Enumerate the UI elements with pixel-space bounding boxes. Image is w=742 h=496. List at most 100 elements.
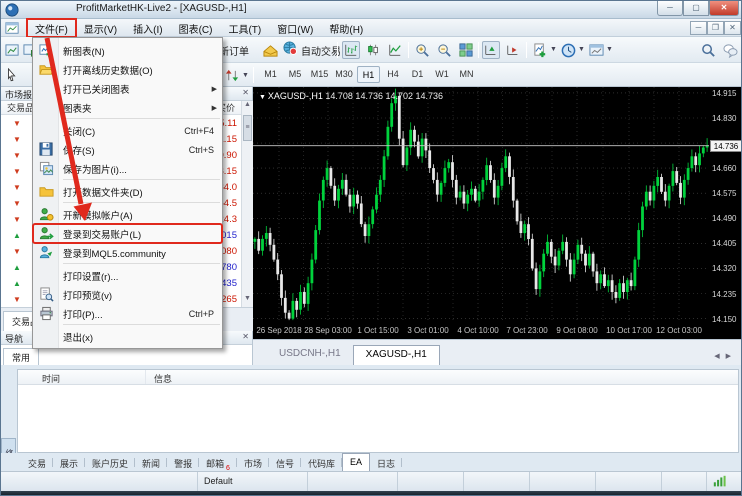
tile-windows-icon[interactable] xyxy=(457,41,475,59)
terminal-tab-展示[interactable]: 展示 xyxy=(53,454,85,471)
menu-显示(V)[interactable]: 显示(V) xyxy=(76,19,125,37)
scrollbar-thumb[interactable]: ≡ xyxy=(243,115,252,141)
chart-shift-icon[interactable] xyxy=(504,41,522,59)
autotrade-label: 自动交易 xyxy=(301,43,341,58)
timeframe-M5[interactable]: M5 xyxy=(284,66,307,83)
menu-窗口(W)[interactable]: 窗口(W) xyxy=(269,19,321,37)
mdi-restore-button[interactable]: ❐ xyxy=(707,21,724,35)
draw-arrows-dropdown[interactable]: ▼ xyxy=(242,72,249,79)
price-tick: 14.830 xyxy=(712,114,736,123)
menu-文件(F)[interactable]: 文件(F) xyxy=(27,19,76,37)
templates-dropdown[interactable]: ▼ xyxy=(606,46,613,53)
time-scale[interactable]: 26 Sep 201828 Sep 03:001 Oct 15:003 Oct … xyxy=(253,323,742,339)
chart-tab-USDCNH-,H1[interactable]: USDCNH-,H1 xyxy=(267,345,353,365)
menu-item-登录到交易账户(L)[interactable]: 登录到交易账户(L) xyxy=(33,224,222,243)
menu-item-新图表(N)[interactable]: 新图表(N) xyxy=(33,41,222,60)
file-menu-items: 新图表(N)打开离线历史数据(O)打开已关闭图表▶图表夹▶ 关闭(C)Ctrl+F… xyxy=(33,41,222,346)
maximize-button[interactable]: ▢ xyxy=(683,1,709,16)
market-watch-close-icon[interactable]: ✕ xyxy=(242,88,249,97)
menu-item-关闭(C)[interactable]: 关闭(C)Ctrl+F4 xyxy=(33,121,222,140)
chart-plot[interactable]: ▼ XAGUSD-,H1 14.708 14.736 14.702 14.736 xyxy=(253,87,709,323)
menu-separator xyxy=(63,179,220,180)
terminal-tab-警报[interactable]: 警报 xyxy=(167,454,199,471)
periods-dropdown[interactable]: ▼ xyxy=(578,46,585,53)
new-chart-window-icon[interactable] xyxy=(3,41,21,59)
navigator-close-icon[interactable]: ✕ xyxy=(242,332,249,341)
terminal-tab-EA[interactable]: EA xyxy=(342,453,370,471)
scrollbar-down[interactable]: ▼ xyxy=(242,295,253,302)
timeframe-D1[interactable]: D1 xyxy=(406,66,429,83)
timeframe-M1[interactable]: M1 xyxy=(259,66,282,83)
chat-icon[interactable] xyxy=(721,41,739,59)
mdi-close-button[interactable]: ✕ xyxy=(724,21,741,35)
timeframe-M30[interactable]: M30 xyxy=(333,66,356,83)
timeframe-H4[interactable]: H4 xyxy=(382,66,405,83)
periods-icon[interactable] xyxy=(559,41,577,59)
bar-chart-mode-icon[interactable] xyxy=(342,41,360,59)
timeframe-MN[interactable]: MN xyxy=(455,66,478,83)
timeframe-M15[interactable]: M15 xyxy=(308,66,331,83)
templates-icon[interactable] xyxy=(587,41,605,59)
menu-图表(C)[interactable]: 图表(C) xyxy=(171,19,221,37)
mdi-minimize-button[interactable]: ─ xyxy=(690,21,707,35)
menu-item-登录到MQL5.community[interactable]: 登录到MQL5.community xyxy=(33,243,222,262)
market-watch-scrollbar[interactable]: ▲ ≡ ▼ xyxy=(241,101,253,307)
indicators-dropdown[interactable]: ▼ xyxy=(550,46,557,53)
menu-item-图表夹[interactable]: 图表夹▶ xyxy=(33,98,222,117)
candlestick-mode-icon[interactable] xyxy=(364,41,382,59)
menu-item-打开数据文件夹(D)[interactable]: 打开数据文件夹(D) xyxy=(33,182,222,201)
menu-item-保存为图片(i)...[interactable]: 保存为图片(i)... xyxy=(33,159,222,178)
chart-tab-scroll-icons[interactable]: ◀▶ xyxy=(714,352,737,360)
terminal-tab-交易[interactable]: 交易 xyxy=(21,454,53,471)
separator xyxy=(408,42,409,58)
menu-separator xyxy=(63,324,220,325)
terminal-body: ✕ 时间 信息 xyxy=(17,369,739,453)
menu-shortcut: Ctrl+S xyxy=(189,145,214,155)
menu-工具(T)[interactable]: 工具(T) xyxy=(220,19,269,37)
price-scale[interactable]: 14.91514.83014.74514.66014.57514.49014.4… xyxy=(709,87,742,323)
cursor-icon[interactable] xyxy=(3,66,21,84)
search-icon[interactable] xyxy=(699,41,717,59)
terminal-tab-信号[interactable]: 信号 xyxy=(269,454,301,471)
terminal-tab-账户历史[interactable]: 账户历史 xyxy=(85,454,135,471)
zoom-in-icon[interactable] xyxy=(413,41,431,59)
menu-item-退出(x)[interactable]: 退出(x) xyxy=(33,327,222,346)
menu-item-打印预览(v)[interactable]: 打印预览(v) xyxy=(33,285,222,304)
menu-separator xyxy=(63,118,220,119)
menu-item-开新模拟帐户(A)[interactable]: 开新模拟帐户(A) xyxy=(33,205,222,224)
indicators-icon[interactable] xyxy=(531,41,549,59)
menu-帮助(H)[interactable]: 帮助(H) xyxy=(321,19,371,37)
menu-item-打印(P)...[interactable]: 打印(P)...Ctrl+P xyxy=(33,304,222,323)
metaeditor-icon[interactable] xyxy=(261,41,279,59)
terminal-tab-日志[interactable]: 日志 xyxy=(370,454,402,471)
date-tick: 10 Oct 17:00 xyxy=(606,326,652,335)
terminal-tab-新闻[interactable]: 新闻 xyxy=(135,454,167,471)
column-time[interactable]: 时间 xyxy=(18,370,146,384)
draw-arrows-icon[interactable] xyxy=(223,66,241,84)
line-chart-mode-icon[interactable] xyxy=(386,41,404,59)
chart-tab-XAGUSD-,H1[interactable]: XAGUSD-,H1 xyxy=(353,345,440,365)
status-cell xyxy=(530,472,596,491)
timeframe-H1[interactable]: H1 xyxy=(357,66,380,83)
menu-item-打印设置(r)...[interactable]: 打印设置(r)... xyxy=(33,266,222,285)
terminal-tab-邮箱[interactable]: 邮箱 6 xyxy=(199,454,237,471)
auto-scroll-icon[interactable] xyxy=(482,41,500,59)
minimize-button[interactable]: ─ xyxy=(657,1,683,16)
price-up-icon: ▲ xyxy=(13,263,23,272)
column-message[interactable]: 信息 xyxy=(146,370,172,384)
tab-common[interactable]: 常用 xyxy=(3,348,39,365)
zoom-out-icon[interactable] xyxy=(435,41,453,59)
menu-item-打开已关闭图表[interactable]: 打开已关闭图表▶ xyxy=(33,79,222,98)
timeframe-W1[interactable]: W1 xyxy=(431,66,454,83)
menu-item-打开离线历史数据(O)[interactable]: 打开离线历史数据(O) xyxy=(33,60,222,79)
status-profile-cell[interactable]: Default xyxy=(198,472,308,491)
close-button[interactable]: ✕ xyxy=(709,1,739,16)
price-down-icon: ▼ xyxy=(13,119,23,128)
menu-item-保存(S)[interactable]: 保存(S)Ctrl+S xyxy=(33,140,222,159)
window-title: ProfitMarketHK-Live2 - [XAGUSD-,H1] xyxy=(76,3,247,14)
terminal-tab-市场[interactable]: 市场 xyxy=(237,454,269,471)
autotrade-button[interactable]: 自动交易 xyxy=(283,41,341,59)
menu-插入(I)[interactable]: 插入(I) xyxy=(125,19,170,37)
status-help-cell xyxy=(1,472,198,491)
terminal-tab-代码库[interactable]: 代码库 xyxy=(301,454,342,471)
